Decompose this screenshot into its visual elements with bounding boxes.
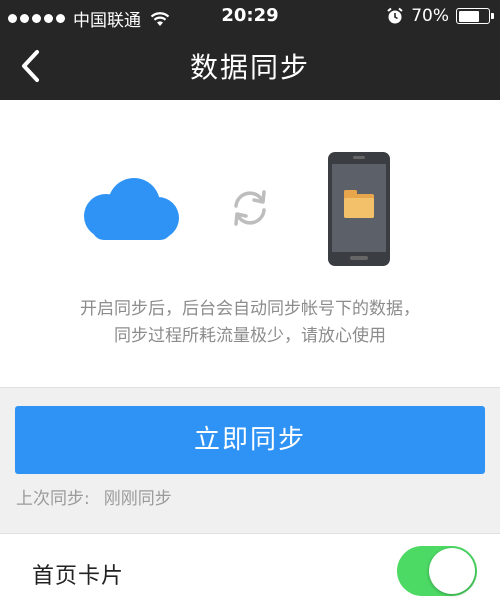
sync-illustration-panel: 开启同步后，后台会自动同步帐号下的数据， 同步过程所耗流量极少，请放心使用 <box>0 100 500 388</box>
nav-bar: 数据同步 <box>0 32 500 100</box>
alarm-clock-icon <box>387 7 403 24</box>
battery-level-fill <box>458 10 479 22</box>
toggle-knob <box>429 548 475 594</box>
last-sync-value: 刚刚同步 <box>103 489 172 509</box>
page-title: 数据同步 <box>189 51 310 84</box>
last-sync-info: 上次同步: 刚刚同步 <box>16 484 172 509</box>
home-card-row: 首页卡片 <box>0 534 500 600</box>
battery-icon <box>456 8 494 24</box>
status-bar-right: 70% <box>386 6 494 26</box>
sync-actions-section: 立即同步 上次同步: 刚刚同步 <box>0 388 500 534</box>
phone-folder-icon <box>328 152 390 266</box>
sync-arrows-icon <box>234 190 266 226</box>
description-line-1: 开启同步后，后台会自动同步帐号下的数据， <box>80 299 420 319</box>
cloud-icon <box>84 178 179 240</box>
sync-description: 开启同步后，后台会自动同步帐号下的数据， 同步过程所耗流量极少，请放心使用 <box>0 296 500 350</box>
description-line-2: 同步过程所耗流量极少，请放心使用 <box>114 326 386 346</box>
home-card-toggle[interactable] <box>397 546 477 596</box>
battery-percent: 70% <box>411 6 449 26</box>
last-sync-label: 上次同步: <box>16 489 90 509</box>
home-card-label: 首页卡片 <box>32 564 125 589</box>
status-bar: 中国联通 20:29 70% <box>0 0 500 32</box>
sync-now-button[interactable]: 立即同步 <box>15 406 485 474</box>
